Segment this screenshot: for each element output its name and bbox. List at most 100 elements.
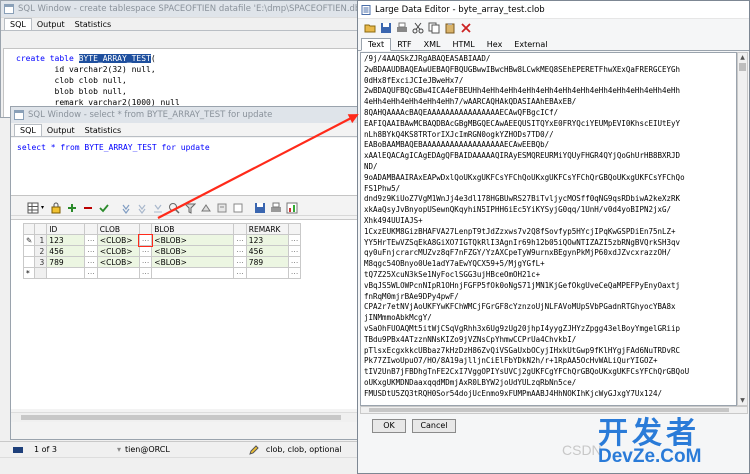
sql-window-create-table[interactable]: SQL Window - create tablespace SPACEOFTI…: [0, 0, 366, 118]
cell-remark[interactable]: 456: [245, 245, 289, 257]
large-data-editor-window[interactable]: Large Data Editor - byte_array_test.clob…: [357, 0, 750, 474]
cell-editor-button[interactable]: ⋯: [84, 267, 98, 279]
tab-statistics[interactable]: Statistics: [70, 19, 117, 30]
result-grid[interactable]: ID CLOB BLOB REMARK ✎ 1 123 ⋯ <CLOB> ⋯ <…: [11, 219, 361, 409]
column-header-clob[interactable]: CLOB: [96, 223, 140, 235]
sql-window-2-titlebar[interactable]: SQL Window - select * from BYTE_ARRAY_TE…: [11, 107, 361, 123]
vertical-scrollbar[interactable]: ▲ ▼: [737, 52, 748, 406]
cell-clob[interactable]: <CLOB>: [96, 234, 140, 246]
cell-editor-button[interactable]: ⋯: [84, 256, 98, 268]
dropdown-arrow-icon[interactable]: ▾: [41, 204, 44, 211]
query-by-example-icon[interactable]: [168, 202, 180, 214]
cancel-button[interactable]: Cancel: [412, 419, 456, 433]
export-icon[interactable]: [216, 202, 228, 214]
sql-window-1-tabs: SQL Output Statistics: [1, 17, 365, 31]
tab-rtf[interactable]: RTF: [391, 39, 417, 50]
clear-icon[interactable]: [460, 22, 472, 34]
cell-blob[interactable]: <BLOB>: [151, 234, 235, 246]
save-icon[interactable]: [380, 22, 392, 34]
next-record-icon[interactable]: [136, 202, 148, 214]
scrollbar-thumb[interactable]: [21, 415, 341, 420]
cell-editor-button[interactable]: ⋯: [138, 267, 153, 279]
print-icon[interactable]: [270, 202, 282, 214]
query-text: select * from BYTE_ARRAY_TEST for update: [17, 143, 210, 152]
column-header-id[interactable]: ID: [46, 223, 86, 235]
single-record-icon[interactable]: [232, 202, 244, 214]
save-icon[interactable]: [254, 202, 266, 214]
column-header-blob[interactable]: BLOB: [151, 223, 235, 235]
cell-editor-button[interactable]: ⋯: [233, 256, 247, 268]
grid-view-icon[interactable]: [27, 202, 39, 214]
clear-record-icon[interactable]: [200, 202, 212, 214]
cell-blob[interactable]: [151, 267, 235, 279]
table-row[interactable]: 3 789 ⋯ <CLOB> ⋯ <BLOB> ⋯ 789 ⋯: [22, 256, 302, 268]
cell-clob[interactable]: <CLOB>: [96, 245, 140, 257]
first-record-icon[interactable]: [120, 202, 132, 214]
code-line-1: create table BYTE_ARRAY_TEST(: [16, 53, 350, 64]
cell-editor-button[interactable]: ⋯: [84, 245, 98, 257]
scroll-up-arrow[interactable]: ▲: [739, 54, 746, 61]
cell-editor-button[interactable]: ⋯: [287, 245, 302, 257]
scroll-down-arrow[interactable]: ▼: [739, 397, 746, 404]
post-changes-icon[interactable]: [98, 202, 110, 214]
cell-id[interactable]: 789: [46, 256, 86, 268]
sql-window-select[interactable]: SQL Window - select * from BYTE_ARRAY_TE…: [10, 106, 362, 440]
sql-window-1-titlebar[interactable]: SQL Window - create tablespace SPACEOFTI…: [1, 1, 365, 17]
cell-clob[interactable]: [96, 267, 140, 279]
paste-icon[interactable]: [444, 22, 456, 34]
clob-text-area[interactable]: /9j/4AAQSkZJRgABAQEASABIAAD/2wBDAAUDBAQE…: [360, 52, 737, 406]
row-indicator: [22, 256, 36, 268]
cell-id[interactable]: 123: [46, 234, 86, 246]
add-row-icon[interactable]: [66, 202, 78, 214]
cell-editor-button[interactable]: ⋯: [233, 245, 247, 257]
cell-editor-button[interactable]: ⋯: [138, 256, 153, 268]
column-spacer: [138, 223, 153, 235]
open-file-icon[interactable]: [364, 22, 376, 34]
cell-clob[interactable]: <CLOB>: [96, 256, 140, 268]
horizontal-scrollbar[interactable]: [11, 412, 361, 422]
tab-xml[interactable]: XML: [418, 39, 447, 50]
tab-output[interactable]: Output: [32, 19, 70, 30]
cell-id[interactable]: [46, 267, 86, 279]
editor-titlebar[interactable]: Large Data Editor - byte_array_test.clob: [358, 1, 749, 19]
cell-editor-button[interactable]: ⋯: [233, 234, 247, 246]
chart-icon[interactable]: [286, 202, 298, 214]
tab-html[interactable]: HTML: [447, 39, 481, 50]
copy-icon[interactable]: [428, 22, 440, 34]
new-row[interactable]: * ⋯ ⋯ ⋯ ⋯: [22, 267, 302, 279]
tab-hex[interactable]: Hex: [481, 39, 509, 50]
text-line: tQ7Z25XcuN3kSe1NyFoclSGG3ujHBceOmOH21c+: [364, 269, 541, 279]
filter-icon[interactable]: [184, 202, 197, 214]
cell-remark[interactable]: 789: [245, 256, 289, 268]
cell-editor-button[interactable]: ⋯: [84, 234, 98, 246]
table-row[interactable]: 2 456 ⋯ <CLOB> ⋯ <BLOB> ⋯ 456 ⋯: [22, 245, 302, 257]
cell-editor-button[interactable]: ⋯: [287, 256, 302, 268]
tab-sql[interactable]: SQL: [4, 18, 32, 30]
cell-editor-button[interactable]: ⋯: [138, 245, 153, 257]
tab-output[interactable]: Output: [42, 125, 80, 136]
cell-remark[interactable]: [245, 267, 289, 279]
cell-editor-button[interactable]: ⋯: [233, 267, 247, 279]
print-icon[interactable]: [396, 22, 408, 34]
tab-text[interactable]: Text: [361, 38, 392, 51]
window-list-icon[interactable]: [12, 444, 24, 456]
sql-editor-2[interactable]: select * from BYTE_ARRAY_TEST for update: [11, 138, 361, 196]
cell-remark[interactable]: 123: [245, 234, 289, 246]
cell-blob[interactable]: <BLOB>: [151, 245, 235, 257]
cell-blob[interactable]: <BLOB>: [151, 256, 235, 268]
cut-icon[interactable]: [412, 22, 424, 34]
table-row[interactable]: ✎ 1 123 ⋯ <CLOB> ⋯ <BLOB> ⋯ 123 ⋯: [22, 233, 302, 247]
cell-editor-button[interactable]: ⋯: [287, 234, 302, 246]
cell-id[interactable]: 456: [46, 245, 86, 257]
tab-sql[interactable]: SQL: [14, 124, 42, 136]
ok-button[interactable]: OK: [372, 419, 406, 433]
clob-editor-button[interactable]: ⋯: [138, 233, 153, 247]
delete-row-icon[interactable]: [82, 202, 94, 214]
scrollbar-thumb[interactable]: [739, 63, 746, 71]
tab-statistics[interactable]: Statistics: [80, 125, 127, 136]
lock-icon[interactable]: [50, 202, 62, 214]
column-header-remark[interactable]: REMARK: [245, 223, 289, 235]
tab-external[interactable]: External: [508, 39, 553, 50]
cell-editor-button[interactable]: ⋯: [287, 267, 302, 279]
last-record-icon[interactable]: [152, 202, 164, 214]
